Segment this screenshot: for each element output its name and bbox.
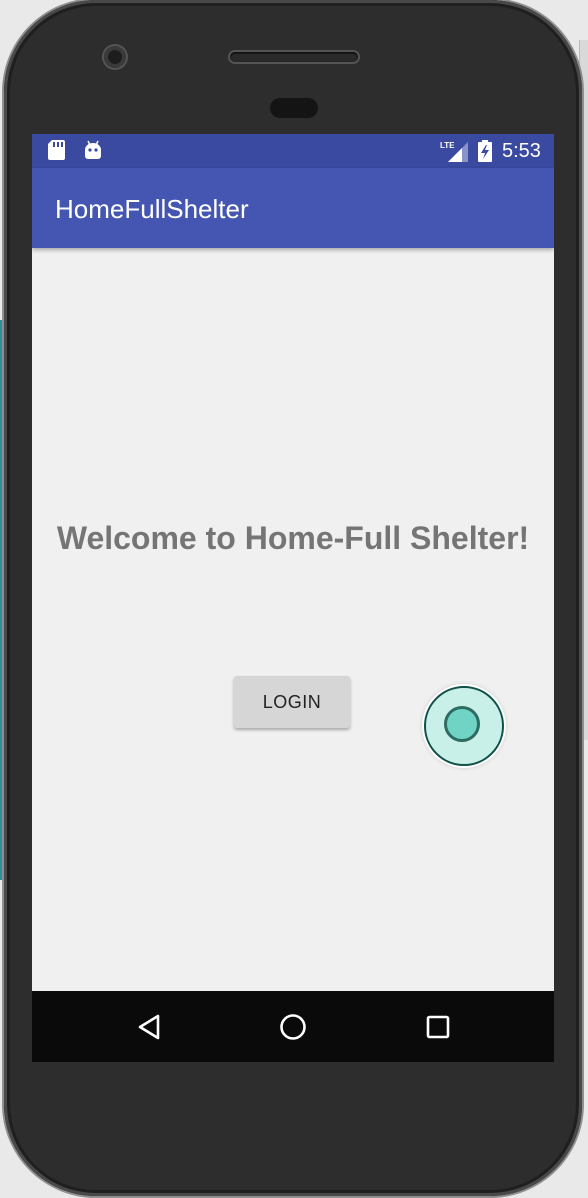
earpiece-speaker [230,52,358,62]
app-title: HomeFullShelter [55,194,249,224]
sd-card-icon [48,140,65,160]
login-button[interactable]: LOGIN [234,676,350,728]
navigation-bar [32,991,554,1062]
lte-signal-icon: LTE [440,141,468,162]
touch-indicator [424,686,504,766]
recents-icon[interactable] [424,1013,452,1041]
back-icon[interactable] [136,1013,164,1041]
svg-text:LTE: LTE [440,141,455,150]
android-icon [85,140,101,159]
app-bar: HomeFullShelter [32,168,554,248]
status-time: 5:53 [502,140,541,162]
status-bar: LTE 5:53 [32,134,554,168]
device-frame: LTE 5:53 HomeFullShelter Welcome to Home… [4,0,582,1196]
proximity-sensor [270,98,318,118]
home-icon[interactable] [279,1013,307,1041]
battery-charging-icon [478,140,492,162]
front-camera [104,46,126,68]
welcome-heading: Welcome to Home-Full Shelter! [56,520,530,556]
device-screen: LTE 5:53 HomeFullShelter Welcome to Home… [32,134,554,1062]
touch-indicator-dot [444,706,480,742]
